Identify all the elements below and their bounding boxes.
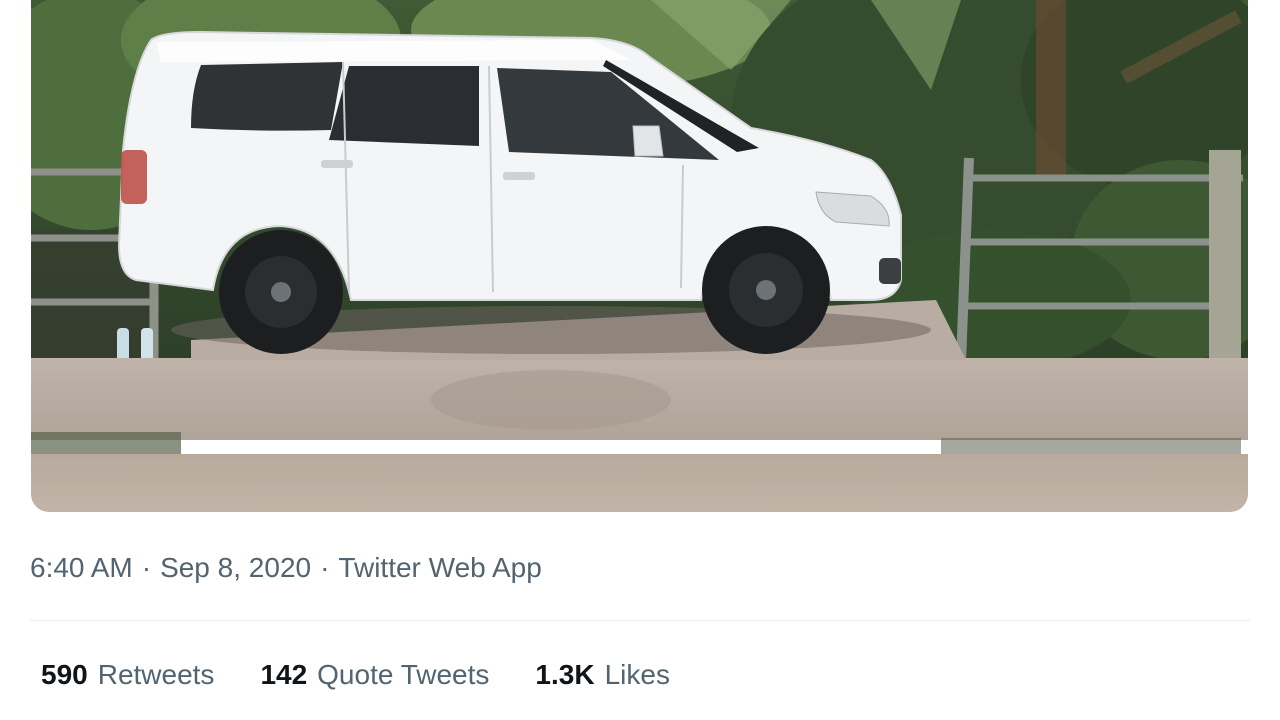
likes-label: Likes bbox=[604, 659, 670, 690]
divider bbox=[30, 620, 1250, 621]
video-frame bbox=[31, 0, 1248, 512]
tweet-source-link[interactable]: Twitter Web App bbox=[338, 552, 541, 584]
likes-stat[interactable]: 1.3K Likes bbox=[535, 659, 670, 691]
rear-wheel bbox=[219, 230, 343, 354]
quote-tweets-stat[interactable]: 142 Quote Tweets bbox=[260, 659, 489, 691]
meta-separator: · bbox=[320, 552, 330, 583]
retweets-stat[interactable]: 590 Retweets bbox=[41, 659, 214, 691]
tweet-timestamp-line: 6:40 AM · Sep 8, 2020 · Twitter Web App bbox=[30, 548, 542, 588]
tweet-date-link[interactable]: Sep 8, 2020 bbox=[160, 552, 311, 584]
meta-separator: · bbox=[141, 552, 152, 583]
tweet-video-media[interactable] bbox=[31, 0, 1248, 512]
tweet-time-link[interactable]: 6:40 AM bbox=[30, 552, 133, 584]
retweets-label: Retweets bbox=[97, 659, 215, 690]
quote-tweets-count: 142 bbox=[260, 659, 308, 690]
retweets-count: 590 bbox=[41, 659, 88, 690]
front-wheel bbox=[702, 226, 830, 354]
road bbox=[31, 454, 1248, 512]
likes-count: 1.3K bbox=[535, 659, 595, 690]
tweet-engagement-stats: 590 Retweets 142 Quote Tweets 1.3K Likes bbox=[41, 654, 716, 696]
quote-tweets-label: Quote Tweets bbox=[317, 659, 490, 690]
